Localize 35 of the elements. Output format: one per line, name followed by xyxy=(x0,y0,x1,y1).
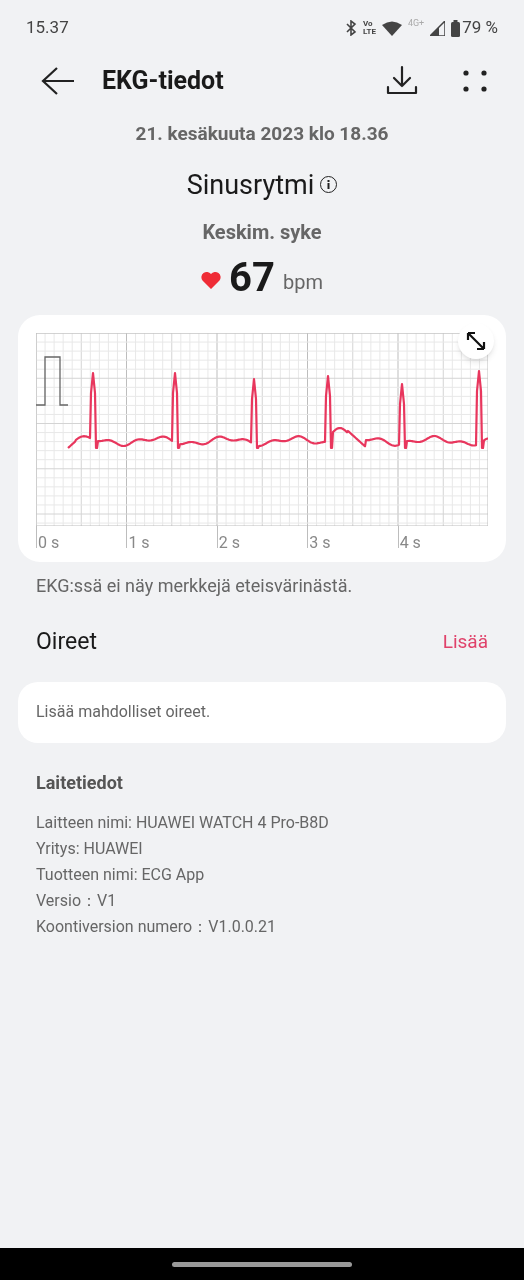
heart-rate-unit: bpm xyxy=(282,269,323,296)
calibration-pulse xyxy=(36,356,69,406)
device-info-line: Koontiversion numero：V1.0.0.21 xyxy=(36,915,278,938)
time-axis-label: 1 s xyxy=(128,532,151,554)
symptoms-title: Oireet xyxy=(36,627,97,657)
network-label: 4G+ xyxy=(407,17,425,31)
device-info-title: Laitetiedot xyxy=(36,770,124,795)
expand-icon xyxy=(465,330,487,352)
add-symptoms-link[interactable]: Lisää xyxy=(442,628,488,657)
time-axis-label: 2 s xyxy=(218,532,242,554)
page-title: EKG-tiedot xyxy=(102,65,225,98)
volte-label: LTE xyxy=(363,28,376,36)
measurement-date: 21. kesäkuuta 2023 klo 18.36 xyxy=(135,121,389,147)
device-info-line: Laitteen nimi: HUAWEI WATCH 4 Pro-B8D xyxy=(36,811,330,834)
wifi-icon xyxy=(381,20,402,36)
status-time: 15.37 xyxy=(26,16,69,40)
battery-icon xyxy=(451,19,461,37)
device-info-line: Yritys: HUAWEI xyxy=(36,837,144,860)
expand-button[interactable] xyxy=(458,323,494,359)
ecg-result-text: EKG:ssä ei näy merkkejä eteisvärinästä. xyxy=(36,574,354,598)
device-info-line: Versio：V1 xyxy=(36,889,118,912)
average-heart-rate-label: Keskim. syke xyxy=(202,219,322,246)
time-axis-label: 0 s xyxy=(38,532,61,554)
bluetooth-icon xyxy=(345,20,357,36)
heart-icon xyxy=(201,271,222,289)
device-info-line: Tuotteen nimi: ECG App xyxy=(36,863,206,886)
volte-label: Vo xyxy=(363,20,374,28)
signal-icon xyxy=(430,20,446,36)
home-indicator[interactable] xyxy=(172,1261,352,1267)
time-axis-label: 3 s xyxy=(309,532,332,554)
rhythm-result: Sinusrytmi xyxy=(186,167,315,203)
symptoms-field[interactable]: Lisää mahdolliset oireet. xyxy=(18,681,506,743)
battery-percentage: 79 % xyxy=(462,16,498,40)
heart-rate-value: 67 xyxy=(229,253,275,303)
time-axis-label: 4 s xyxy=(399,532,422,554)
